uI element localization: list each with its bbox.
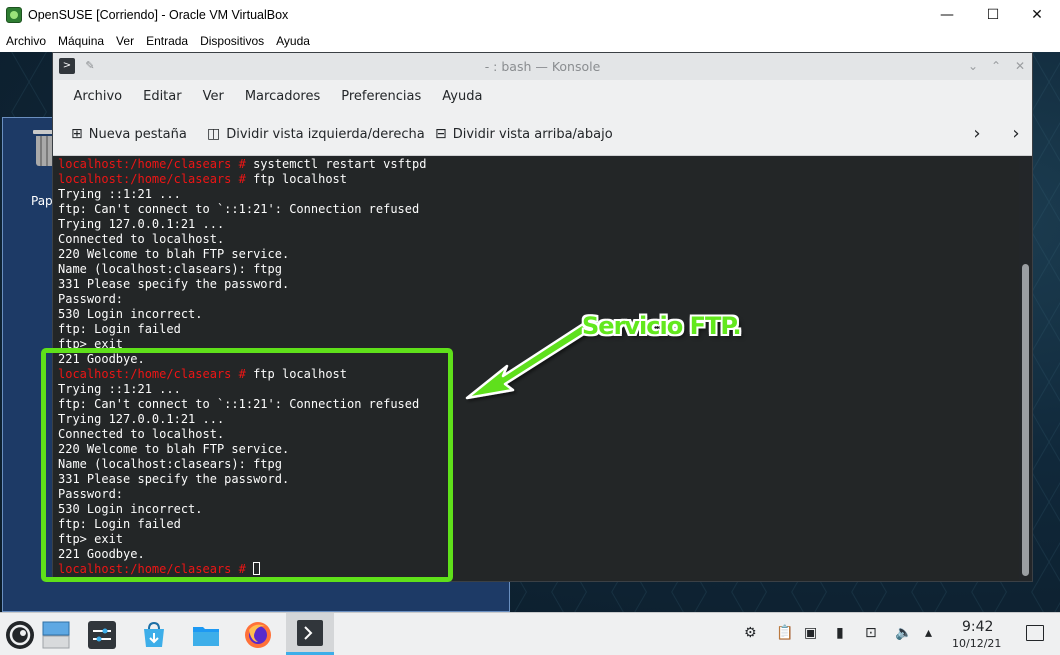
network-icon[interactable]: ⚙ [744,625,757,641]
terminal-line: Connected to localhost. [58,232,1015,247]
close-icon[interactable]: ✕ [1010,57,1030,75]
guest-taskbar: ⚙ 📋 ▣ ▮ ⊡ 🔈 ▴ 9:42 10/12/21 [0,612,1060,655]
konsole-icon [297,619,323,646]
pin-icon[interactable]: ✎ [83,58,97,74]
shell-prompt: localhost:/home/clasears # [58,157,254,171]
window-title: OpenSUSE [Corriendo] - Oracle VM Virtual… [28,8,289,22]
desktop-item-label[interactable]: Pap [31,194,53,208]
toolbar-overflow-chevron-icon[interactable]: › [967,122,987,146]
clipboard-icon[interactable]: 📋 [776,625,793,641]
chevron-up-icon[interactable]: ⌃ [986,57,1006,75]
application-launcher-icon[interactable] [2,617,38,653]
konsole-menu-preferencias[interactable]: Preferencias [331,89,432,104]
terminal-text: 331 Please specify the password. [58,277,290,291]
terminal-text: Name (localhost:clasears): ftpg [58,262,282,276]
vbox-menu-maquina[interactable]: Máquina [52,34,110,48]
vbox-menu-entrada[interactable]: Entrada [140,34,194,48]
tray-expander-icon[interactable]: ▴ [925,625,932,641]
terminal-text: 530 Login incorrect. [58,307,203,321]
vbox-menu-ayuda[interactable]: Ayuda [270,34,316,48]
new-tab-icon: ⊞ [71,126,83,142]
volume-icon[interactable]: 🔈 [895,625,912,641]
discover-store-icon[interactable] [136,617,172,653]
konsole-menu-marcadores[interactable]: Marcadores [234,89,330,104]
terminal-line: 331 Please specify the password. [58,277,1015,292]
terminal-scrollbar[interactable] [1019,157,1032,581]
chevron-down-icon[interactable]: ⌄ [963,57,983,75]
terminal-line: localhost:/home/clasears # systemctl res… [58,157,1015,172]
terminal-line: Trying ::1:21 ... [58,187,1015,202]
terminal-line: Name (localhost:clasears): ftpg [58,262,1015,277]
split-left-right-button[interactable]: ◫ Dividir vista izquierda/derecha [207,124,425,144]
clock-time[interactable]: 9:42 [962,619,993,635]
minimize-button-2[interactable]: — [924,0,970,30]
scrollbar-thumb[interactable] [1022,264,1029,576]
terminal-text: systemctl restart vsftpd [253,157,427,171]
maximize-button[interactable]: ☐ [970,0,1016,30]
tabs-scroll-chevron-icon[interactable]: › [1006,122,1026,146]
network-wired-icon[interactable]: ⊡ [865,625,877,641]
terminal-text: ftp: Can't connect to `::1:21': Connecti… [58,202,420,216]
virtualbox-vm-icon [6,7,22,23]
terminal-text: ftp: Login failed [58,322,181,336]
terminal-text: ftp localhost [253,172,347,186]
konsole-menubar: Archivo Editar Ver Marcadores Preferenci… [53,80,1032,112]
terminal-app-icon[interactable]: > [59,58,75,74]
terminal-line: localhost:/home/clasears # ftp localhost [58,172,1015,187]
vbox-titlebar: OpenSUSE [Corriendo] - Oracle VM Virtual… [0,0,1060,30]
show-desktop-icon[interactable] [1026,625,1044,641]
dolphin-file-manager-icon[interactable] [188,617,224,653]
terminal-line: Trying 127.0.0.1:21 ... [58,217,1015,232]
terminal-text: Connected to localhost. [58,232,225,246]
system-settings-icon[interactable] [84,617,120,653]
vbox-menu-archivo[interactable]: Archivo [0,34,52,48]
kde-connect-icon[interactable]: ▣ [804,625,817,641]
new-tab-button[interactable]: ⊞ Nueva pestaña [71,124,187,144]
terminal-text: 220 Welcome to blah FTP service. [58,247,290,261]
split-horizontal-icon: ⊟ [435,126,447,142]
pager-icon[interactable] [38,617,74,653]
konsole-menu-ayuda[interactable]: Ayuda [432,89,493,104]
removable-device-icon[interactable]: ▮ [836,625,844,641]
konsole-menu-archivo[interactable]: Archivo [63,89,133,104]
vbox-menu-ver[interactable]: Ver [110,34,140,48]
terminal-text: Password: [58,292,124,306]
konsole-menu-editar[interactable]: Editar [133,89,193,104]
terminal-line: Password: [58,292,1015,307]
split-top-bottom-button[interactable]: ⊟ Dividir vista arriba/abajo [435,124,613,144]
terminal-line: ftp: Can't connect to `::1:21': Connecti… [58,202,1015,217]
highlight-box [41,348,453,582]
konsole-toolbar: ⊞ Nueva pestaña ◫ Dividir vista izquierd… [53,112,1032,156]
annotation-arrow-icon [465,322,589,400]
terminal-line: 220 Welcome to blah FTP service. [58,247,1015,262]
clock-date[interactable]: 10/12/21 [952,637,1001,650]
taskbar-konsole-task[interactable] [286,613,334,655]
firefox-icon[interactable] [240,617,276,653]
vbox-menu-dispositivos[interactable]: Dispositivos [194,34,270,48]
konsole-menu-ver[interactable]: Ver [192,89,234,104]
terminal-text: Trying ::1:21 ... [58,187,181,201]
shell-prompt: localhost:/home/clasears # [58,172,254,186]
vbox-menubar: Archivo Máquina Ver Entrada Dispositivos… [0,30,1060,52]
terminal-text: Trying 127.0.0.1:21 ... [58,217,225,231]
annotation-label: Servicio FTP. [582,312,742,340]
split-vertical-icon: ◫ [207,126,221,142]
close-button[interactable]: ✕ [1014,0,1060,30]
konsole-titlebar: > ✎ - : bash — Konsole ⌄ ⌃ ✕ [53,53,1032,80]
konsole-title: - : bash — Konsole [484,59,601,74]
